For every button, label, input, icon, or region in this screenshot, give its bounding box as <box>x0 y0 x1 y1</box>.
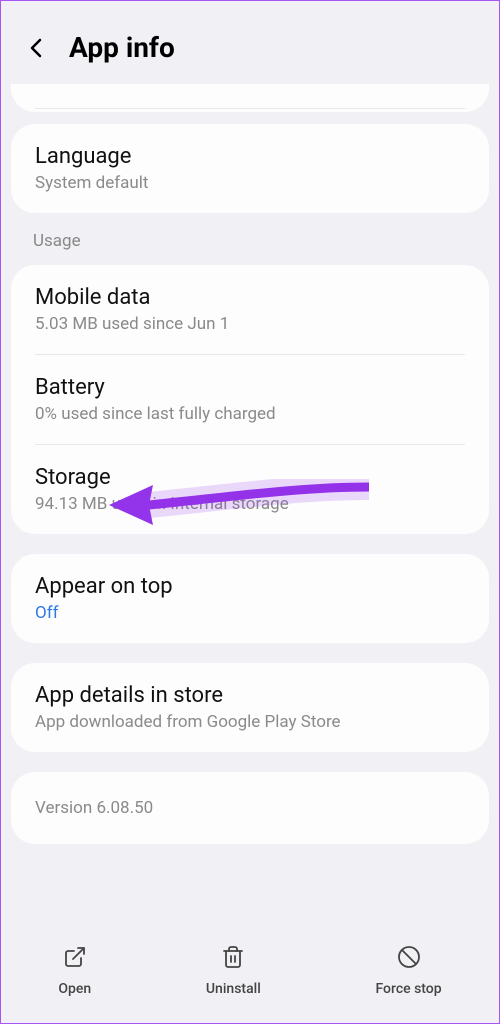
open-button[interactable]: Open <box>58 945 91 997</box>
item-sub: System default <box>35 173 465 193</box>
list-item-mobile-data[interactable]: Mobile data 5.03 MB used since Jun 1 <box>11 265 489 354</box>
item-title: Language <box>35 144 465 169</box>
list-item-app-details[interactable]: App details in store App downloaded from… <box>11 663 489 752</box>
list-item-storage[interactable]: Storage 94.13 MB used in Internal storag… <box>11 445 489 534</box>
language-card: Language System default <box>11 124 489 213</box>
truncated-card <box>11 84 489 112</box>
item-title: Mobile data <box>35 285 465 310</box>
list-item-battery[interactable]: Battery 0% used since last fully charged <box>11 355 489 444</box>
item-title: Appear on top <box>35 574 465 599</box>
back-icon[interactable] <box>25 36 49 60</box>
app-header: App info <box>1 1 499 84</box>
open-icon <box>63 945 87 973</box>
button-label: Uninstall <box>206 981 261 997</box>
app-details-card: App details in store App downloaded from… <box>11 663 489 752</box>
stop-icon <box>397 945 421 973</box>
button-label: Force stop <box>375 981 441 997</box>
bottom-action-bar: Open Uninstall Force stop <box>1 927 499 1023</box>
item-sub: 0% used since last fully charged <box>35 404 465 424</box>
uninstall-button[interactable]: Uninstall <box>206 945 261 997</box>
version-text: Version 6.08.50 <box>35 798 465 818</box>
item-title: Battery <box>35 375 465 400</box>
item-title: Storage <box>35 465 465 490</box>
item-sub: App downloaded from Google Play Store <box>35 712 465 732</box>
trash-icon <box>221 945 245 973</box>
page-title: App info <box>69 31 175 64</box>
version-card: Version 6.08.50 <box>11 772 489 844</box>
item-title: App details in store <box>35 683 465 708</box>
usage-card: Mobile data 5.03 MB used since Jun 1 Bat… <box>11 265 489 534</box>
appear-on-top-card: Appear on top Off <box>11 554 489 643</box>
item-sub: 94.13 MB used in Internal storage <box>35 494 465 514</box>
list-item-appear-on-top[interactable]: Appear on top Off <box>11 554 489 643</box>
list-item-language[interactable]: Language System default <box>11 124 489 213</box>
item-value-link: Off <box>35 603 465 623</box>
button-label: Open <box>58 981 91 997</box>
usage-section-label: Usage <box>1 213 499 265</box>
item-sub: 5.03 MB used since Jun 1 <box>35 314 465 334</box>
force-stop-button[interactable]: Force stop <box>375 945 441 997</box>
